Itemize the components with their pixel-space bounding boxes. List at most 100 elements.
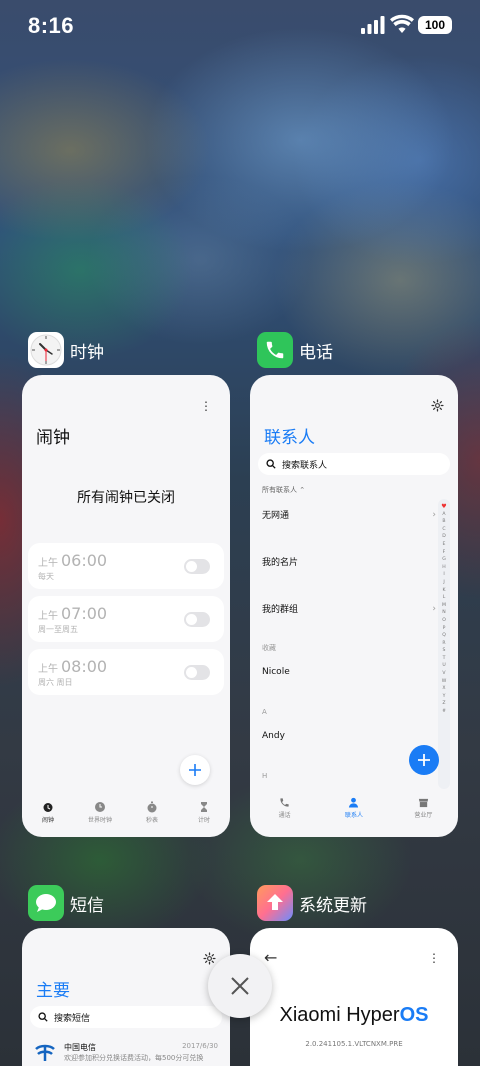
list-item[interactable]: Nicole xyxy=(262,667,436,677)
index-letter[interactable]: A xyxy=(442,511,445,519)
person-icon xyxy=(349,797,359,808)
tab-alarm[interactable]: 闹钟 xyxy=(22,797,74,837)
tab-timer[interactable]: 计时 xyxy=(178,797,230,837)
list-item[interactable]: Andy xyxy=(262,731,436,741)
index-letter[interactable]: W xyxy=(442,678,447,686)
list-item[interactable]: 我的名片 xyxy=(262,555,436,568)
tab-contacts[interactable]: 联系人 xyxy=(319,793,388,837)
battery-indicator: 100 xyxy=(418,16,452,34)
thread-sender: 中国电信 xyxy=(64,1043,96,1052)
alphabet-index[interactable]: ♥ A B C D E F G H I J K L M N O P Q R S T U V W X Y Z # xyxy=(438,499,450,789)
index-letter[interactable]: X xyxy=(442,685,445,693)
update-app-name: 系统更新 xyxy=(299,895,367,916)
alarm-toggle[interactable] xyxy=(184,559,210,574)
tab-service-hall[interactable]: 营业厅 xyxy=(389,793,458,837)
clock-app-card[interactable]: ⋮ 闹钟 所有闹钟已关闭 上午 06:00 每天 上午 07:00 周一至周五 上午… xyxy=(22,375,230,837)
alarm-item[interactable]: 上午 07:00 周一至周五 xyxy=(28,596,224,642)
store-icon xyxy=(418,798,428,808)
alarm-repeat: 周一至周五 xyxy=(38,625,78,634)
page-title: 主要 xyxy=(36,981,70,1001)
index-letter[interactable]: # xyxy=(442,708,446,716)
tab-calls[interactable]: 通话 xyxy=(250,793,319,837)
clock-app-header[interactable]: 时钟 xyxy=(28,332,104,368)
messages-app-icon xyxy=(28,885,64,921)
index-letter[interactable]: C xyxy=(442,526,445,534)
index-letter[interactable]: H xyxy=(442,564,445,572)
status-time: 8:16 xyxy=(28,13,75,38)
alarm-time: 07:00 xyxy=(61,604,108,623)
search-icon xyxy=(266,459,276,469)
thread-date: 2017/6/30 xyxy=(182,1042,218,1050)
index-letter[interactable]: I xyxy=(443,571,444,579)
index-letter[interactable]: T xyxy=(443,655,446,663)
index-letter[interactable]: L xyxy=(443,594,446,602)
index-letter[interactable]: O xyxy=(442,617,446,625)
close-all-button[interactable] xyxy=(208,954,272,1018)
message-search-input[interactable]: 搜索短信 xyxy=(30,1006,222,1028)
back-arrow-icon[interactable]: ← xyxy=(264,948,277,967)
index-letter[interactable]: V xyxy=(442,670,445,678)
add-alarm-button[interactable] xyxy=(180,755,210,785)
list-item[interactable]: 无网通 › xyxy=(262,508,436,522)
add-contact-button[interactable] xyxy=(409,745,439,775)
index-letter[interactable]: N xyxy=(442,609,445,617)
alarm-time: 08:00 xyxy=(61,657,108,676)
page-title: 联系人 xyxy=(264,428,315,448)
page-title: 闹钟 xyxy=(36,428,70,448)
alarm-toggle[interactable] xyxy=(184,612,210,627)
gear-icon[interactable] xyxy=(431,399,444,412)
update-app-header[interactable]: 系统更新 xyxy=(257,885,367,921)
index-letter[interactable]: B xyxy=(442,518,445,526)
section-header: H xyxy=(262,772,268,780)
messages-app-name: 短信 xyxy=(70,895,104,916)
section-header: 收藏 xyxy=(262,644,276,652)
index-letter[interactable]: S xyxy=(443,647,446,655)
more-options-icon[interactable]: ⋮ xyxy=(200,400,212,412)
index-letter[interactable]: E xyxy=(443,541,446,549)
alarm-item[interactable]: 上午 06:00 每天 xyxy=(28,543,224,589)
gear-icon[interactable] xyxy=(203,952,216,965)
alarm-repeat: 每天 xyxy=(38,572,54,581)
wifi-icon xyxy=(390,14,414,33)
message-thread[interactable]: 中国电信 2017/6/30 欢迎参加积分兑换话费活动，每500分可兑换 xyxy=(34,1040,218,1066)
contact-search-input[interactable]: 搜索联系人 xyxy=(258,453,450,475)
index-letter[interactable]: Z xyxy=(442,700,445,708)
index-letter[interactable]: R xyxy=(442,640,445,648)
list-item[interactable]: 我的群组 › xyxy=(262,602,436,616)
more-options-icon[interactable]: ⋮ xyxy=(428,952,440,964)
clock-app-name: 时钟 xyxy=(70,342,104,363)
update-app-card[interactable]: ← ⋮ Xiaomi HyperOS 2.0.241105.1.VLTCNXM.… xyxy=(250,928,458,1066)
index-letter[interactable]: Y xyxy=(443,693,446,701)
messages-app-header[interactable]: 短信 xyxy=(28,885,104,921)
status-bar: 8:16 100 xyxy=(0,0,480,52)
index-letter[interactable]: U xyxy=(442,662,445,670)
index-letter[interactable]: F xyxy=(443,549,446,557)
phone-app-icon xyxy=(257,332,293,368)
alarm-item[interactable]: 上午 08:00 周六 周日 xyxy=(28,649,224,695)
index-letter[interactable]: M xyxy=(442,602,446,610)
close-icon xyxy=(231,977,249,995)
heart-icon: ♥ xyxy=(441,503,447,510)
index-letter[interactable]: P xyxy=(443,625,446,633)
phone-app-card[interactable]: 联系人 搜索联系人 所有联系人 ⌃ 无网通 › 我的名片 我的群组 › 收藏 Nic… xyxy=(250,375,458,837)
index-letter[interactable]: D xyxy=(442,533,446,541)
index-letter[interactable]: G xyxy=(442,556,446,564)
tab-stopwatch[interactable]: 秒表 xyxy=(126,797,178,837)
contact-filter-dropdown[interactable]: 所有联系人 ⌃ xyxy=(262,485,305,495)
phone-app-header[interactable]: 电话 xyxy=(257,332,333,368)
thread-preview: 欢迎参加积分兑换话费活动，每500分可兑换 xyxy=(64,1054,204,1062)
stopwatch-icon xyxy=(147,801,157,813)
search-icon xyxy=(38,1012,48,1022)
messages-app-card[interactable]: 主要 搜索短信 中国电信 2017/6/30 欢迎参加积分兑换话费活动，每500… xyxy=(22,928,230,1066)
hyperos-logo: Xiaomi HyperOS xyxy=(279,1004,429,1026)
phone-icon xyxy=(280,798,289,807)
alarm-repeat: 周六 周日 xyxy=(38,678,73,687)
alarm-toggle[interactable] xyxy=(184,665,210,680)
tab-world-clock[interactable]: 世界时钟 xyxy=(74,797,126,837)
world-clock-icon xyxy=(95,802,105,812)
system-update-app-icon xyxy=(257,885,293,921)
index-letter[interactable]: K xyxy=(442,587,445,595)
index-letter[interactable]: J xyxy=(443,579,444,587)
index-letter[interactable]: Q xyxy=(442,632,446,640)
plus-icon xyxy=(189,764,201,776)
